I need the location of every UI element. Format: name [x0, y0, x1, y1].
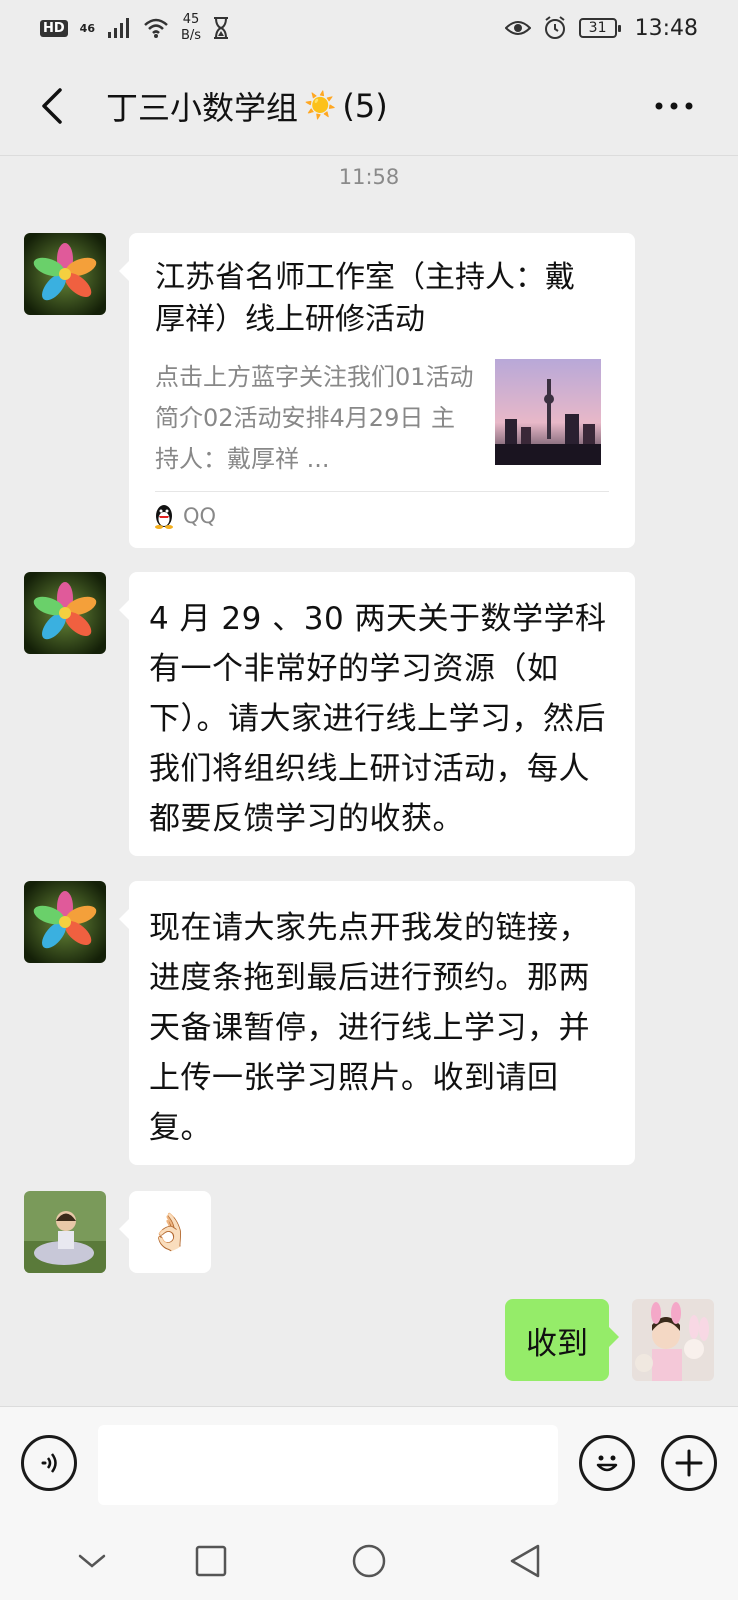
message-text: 现在请大家先点开我发的链接，进度条拖到最后进行预约。那两天备课暂停，进行线上学习…	[149, 910, 590, 1146]
nav-hide-button[interactable]	[67, 1536, 117, 1586]
link-card-source: QQ	[153, 503, 216, 529]
net-speed: 45 B/s	[181, 12, 201, 44]
emoji-icon	[596, 1455, 618, 1472]
status-bar: HD 46 45 B/s 31 13:48	[0, 0, 738, 56]
back-button[interactable]	[28, 82, 76, 130]
wifi-icon	[144, 18, 168, 38]
message-input[interactable]	[98, 1425, 558, 1505]
net-speed-unit: B/s	[180, 28, 202, 43]
qq-penguin-icon	[155, 505, 173, 529]
voice-icon	[41, 1453, 57, 1473]
triangle-back-icon	[510, 1544, 540, 1578]
alarm-icon	[544, 16, 565, 39]
avatar-sender[interactable]	[24, 881, 106, 963]
outdoor-photo-avatar	[24, 1191, 106, 1273]
link-card-divider	[155, 491, 609, 492]
circle-icon	[352, 1544, 386, 1578]
network-type: 46	[79, 21, 95, 35]
ok-hand-emoji: 👌🏻	[147, 1212, 193, 1253]
my-message-text: 收到	[526, 1325, 588, 1362]
message-text: 4 月 29 、30 两天关于数学学科有一个非常好的学习资源（如下）。请大家进行…	[149, 601, 607, 837]
nav-home-button[interactable]	[344, 1536, 394, 1586]
link-card-message[interactable]: 江苏省名师工作室（主持人：戴厚祥）线上研修活动 点击上方蓝字关注我们01活动简介…	[119, 233, 635, 548]
link-card-thumbnail	[495, 359, 601, 465]
chat-header: 丁三小数学组 ☀️ (5)	[0, 56, 738, 156]
net-speed-value: 45	[182, 12, 200, 27]
back-arrow-icon	[42, 87, 62, 124]
flower-avatar-image	[24, 572, 106, 654]
signal-icon	[107, 18, 129, 38]
hd-badge: HD	[40, 19, 68, 37]
avatar-sender[interactable]	[24, 572, 106, 654]
chevron-down-icon	[78, 1554, 106, 1568]
child-photo-avatar	[632, 1299, 714, 1381]
system-nav-bar	[0, 1522, 738, 1600]
emoji-message[interactable]: 👌🏻	[119, 1191, 211, 1273]
avatar-self[interactable]	[632, 1299, 714, 1381]
eye-icon	[504, 21, 531, 35]
link-card-description: 点击上方蓝字关注我们01活动简介02活动安排4月29日 主持人：戴厚祥 ...	[155, 363, 474, 473]
my-text-message[interactable]: 收到	[505, 1299, 619, 1381]
status-left: HD 46 45 B/s	[40, 12, 229, 44]
message-timestamp: 11:58	[338, 165, 400, 189]
nav-recents-button[interactable]	[186, 1536, 236, 1586]
flower-avatar-image	[24, 881, 106, 963]
sun-emoji: ☀️	[304, 90, 337, 121]
plus-button[interactable]	[661, 1435, 717, 1491]
text-message[interactable]: 4 月 29 、30 两天关于数学学科有一个非常好的学习资源（如下）。请大家进行…	[119, 572, 635, 856]
emoji-button[interactable]	[579, 1435, 635, 1491]
text-message[interactable]: 现在请大家先点开我发的链接，进度条拖到最后进行预约。那两天备课暂停，进行线上学习…	[119, 881, 635, 1165]
flower-avatar-image	[24, 233, 106, 315]
avatar-member[interactable]	[24, 1191, 106, 1273]
square-icon	[195, 1545, 227, 1577]
more-dots-icon	[655, 102, 693, 110]
group-name: 丁三小数学组	[106, 88, 299, 127]
chat-title: 丁三小数学组 ☀️ (5)	[106, 83, 388, 129]
avatar-sender[interactable]	[24, 233, 106, 315]
hourglass-icon	[214, 17, 229, 39]
link-card-title: 江苏省名师工作室（主持人：戴厚祥）线上研修活动	[155, 260, 575, 337]
nav-back-button[interactable]	[500, 1536, 550, 1586]
status-time: 13:48	[634, 15, 698, 41]
member-count: (5)	[342, 86, 388, 125]
battery-indicator: 31	[578, 18, 621, 38]
chat-input-bar	[0, 1406, 738, 1522]
link-card-source-label: QQ	[183, 504, 217, 528]
city-skyline-image	[495, 359, 601, 465]
more-button[interactable]	[650, 86, 698, 126]
status-right: 31 13:48	[504, 15, 698, 41]
voice-button[interactable]	[21, 1435, 77, 1491]
plus-icon	[675, 1449, 703, 1477]
